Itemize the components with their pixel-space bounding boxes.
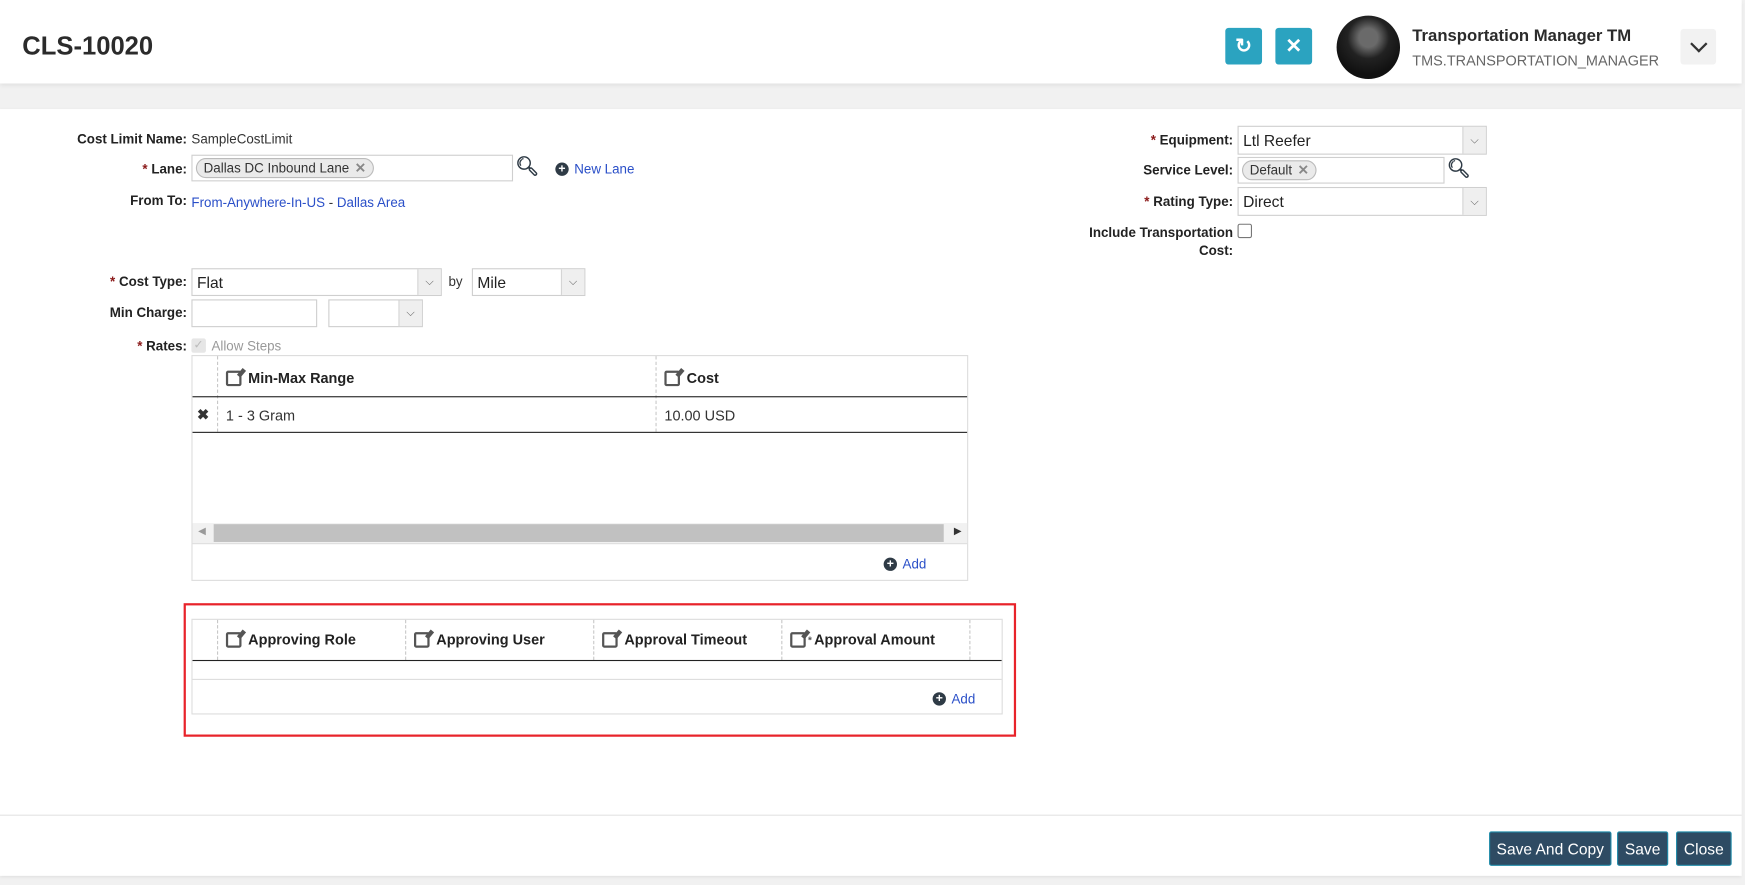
user-role: TMS.TRANSPORTATION_MANAGER — [1412, 52, 1660, 69]
edit-icon — [602, 631, 618, 648]
close-page-button[interactable]: ✕ — [1275, 27, 1313, 65]
page-title: CLS-10020 — [22, 31, 154, 61]
edit-required-icon — [790, 631, 806, 648]
remove-service-level-icon[interactable]: ✕ — [1298, 162, 1309, 178]
min-charge-input[interactable] — [191, 299, 318, 328]
edit-icon — [664, 370, 680, 386]
rates-table: Min-Max Range Cost ✖ 1 - 3 Gram 10.00 US… — [191, 355, 969, 581]
edit-icon — [413, 631, 430, 648]
add-rate-button[interactable]: + Add — [883, 556, 926, 572]
include-transportation-cost-checkbox[interactable] — [1237, 223, 1253, 239]
close-icon: ✕ — [1285, 34, 1303, 57]
cost-limit-name-value: SampleCostLimit — [191, 131, 293, 147]
lane-search-icon[interactable]: 🔍︎ — [515, 156, 539, 178]
delete-row-icon[interactable]: ✖ — [197, 406, 209, 424]
user-name: Transportation Manager TM — [1412, 26, 1632, 46]
chevron-down-icon: ⌵ — [560, 269, 585, 295]
column-header-approval-amount[interactable]: * Approval Amount — [790, 631, 935, 648]
save-button[interactable]: Save — [1617, 831, 1669, 866]
remove-lane-icon[interactable]: ✕ — [355, 160, 366, 176]
lane-label: * Lane: — [142, 161, 187, 177]
allow-steps-checkbox[interactable]: ✓ — [191, 338, 206, 353]
chevron-down-icon: ⌵ — [417, 269, 441, 295]
chevron-down-icon: ⌵ — [398, 300, 422, 327]
save-and-copy-button[interactable]: Save And Copy — [1489, 831, 1612, 866]
edit-icon — [225, 631, 242, 648]
include-transportation-cost-label: Include Transportation Cost: — [1089, 224, 1234, 259]
user-menu-button[interactable] — [1680, 28, 1717, 65]
cost-limit-name-label: Cost Limit Name: — [77, 131, 187, 147]
footer-divider — [0, 814, 1742, 816]
scrollbar-thumb[interactable] — [213, 524, 944, 542]
from-to-label: From To: — [130, 192, 187, 209]
approvals-table: Approving Role Approving User Approval T… — [191, 618, 1003, 715]
by-unit-select[interactable]: Mile ⌵ — [471, 268, 586, 297]
edit-icon — [225, 370, 242, 386]
lane-input[interactable]: Dallas DC Inbound Lane ✕ — [191, 154, 514, 182]
plus-circle-icon: + — [555, 162, 569, 176]
refresh-button[interactable]: ↻ — [1225, 27, 1263, 65]
horizontal-scrollbar[interactable]: ◀ ▶ — [192, 523, 968, 544]
add-approval-button[interactable]: + Add — [932, 691, 975, 707]
cost-type-select[interactable]: Flat ⌵ — [191, 268, 442, 297]
from-link[interactable]: From-Anywhere-In-US — [191, 195, 325, 211]
page-header: CLS-10020 ↻ ✕ Transportation Manager TM … — [0, 0, 1742, 84]
equipment-label: * Equipment: — [1150, 132, 1234, 149]
service-level-search-icon[interactable]: 🔍︎ — [1447, 158, 1471, 180]
plus-circle-icon: + — [883, 558, 897, 571]
new-lane-link[interactable]: + New Lane — [555, 161, 634, 177]
avatar — [1336, 15, 1401, 80]
lane-chip: Dallas DC Inbound Lane ✕ — [195, 158, 374, 179]
equipment-select[interactable]: Ltl Reefer ⌵ — [1237, 125, 1487, 155]
min-charge-label: Min Charge: — [109, 304, 187, 321]
rating-type-label: * Rating Type: — [1144, 193, 1234, 210]
column-header-min-max-range[interactable]: Min-Max Range — [225, 369, 354, 386]
column-header-cost[interactable]: Cost — [664, 369, 719, 386]
service-level-label: Service Level: — [1143, 162, 1234, 179]
to-link[interactable]: Dallas Area — [337, 195, 405, 211]
cost-type-label: * Cost Type: — [110, 273, 187, 290]
by-label: by — [448, 273, 463, 290]
plus-circle-icon: + — [932, 692, 946, 706]
cost-cell: 10.00 USD — [664, 407, 736, 425]
chevron-down-icon — [1689, 35, 1707, 53]
column-header-approving-role[interactable]: Approving Role — [225, 631, 356, 648]
column-header-approval-timeout[interactable]: Approval Timeout — [602, 631, 747, 648]
service-level-input[interactable]: Default ✕ — [1237, 156, 1445, 184]
allow-steps-label: Allow Steps — [211, 338, 282, 354]
from-to-value: From-Anywhere-In-US - Dallas Area — [191, 194, 406, 211]
chevron-down-icon: ⌵ — [1462, 126, 1486, 154]
rating-type-select[interactable]: Direct ⌵ — [1237, 186, 1487, 216]
rates-label: * Rates: — [137, 338, 187, 354]
chevron-down-icon: ⌵ — [1462, 188, 1486, 215]
min-charge-currency-select[interactable]: ⌵ — [328, 299, 423, 328]
close-button[interactable]: Close — [1676, 831, 1732, 866]
refresh-icon: ↻ — [1235, 34, 1253, 57]
range-cell: 1 - 3 Gram — [225, 407, 296, 425]
service-level-chip: Default ✕ — [1241, 160, 1317, 181]
column-header-approving-user[interactable]: Approving User — [413, 631, 545, 648]
table-row: ✖ 1 - 3 Gram 10.00 USD — [193, 397, 968, 431]
